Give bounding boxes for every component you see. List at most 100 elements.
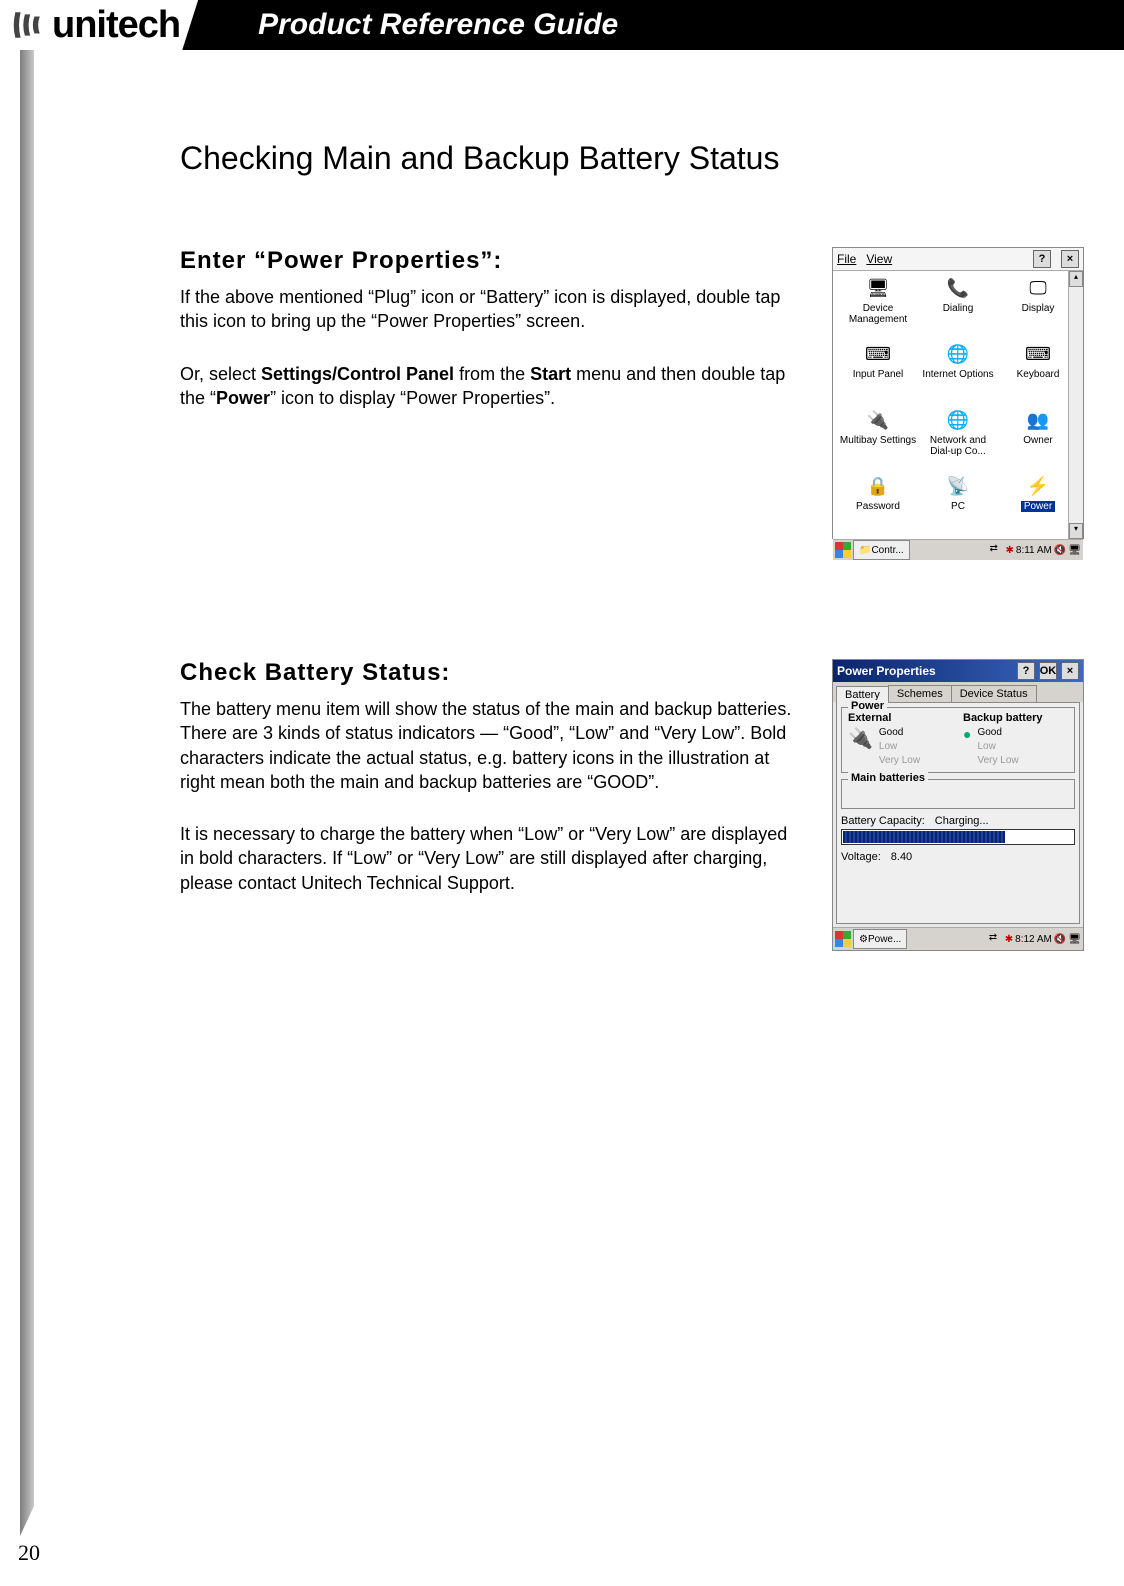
control-panel-icon[interactable]: 📞 Dialing <box>919 277 997 341</box>
brand-logo: unitech <box>0 0 198 50</box>
help-button[interactable]: ? <box>1033 250 1051 268</box>
control-panel-icon[interactable]: 🖵 Display <box>999 277 1077 341</box>
icon-label: Keyboard <box>1017 369 1060 380</box>
taskbar-app-button[interactable]: ⚙ Powe... <box>853 929 907 949</box>
control-panel-icon[interactable]: 🌐Network and Dial-up Co... <box>919 409 997 473</box>
capacity-value: Charging... <box>935 815 989 827</box>
titlebar: Power Properties ? OK × <box>833 660 1083 682</box>
icon-label: Device Management <box>839 303 917 325</box>
page-heading: Checking Main and Backup Battery Status <box>180 140 1084 177</box>
text-bold: Settings/Control Panel <box>261 364 454 384</box>
header-bar: unitech Product Reference Guide <box>0 0 1124 50</box>
text-bold: Power <box>216 388 270 408</box>
section1-title: Enter “Power Properties”: <box>180 247 802 275</box>
window-title: Power Properties <box>837 664 936 678</box>
taskbar-app-button[interactable]: 📁 Contr... <box>853 540 910 560</box>
tray-flag-icon[interactable]: ✱ <box>1006 545 1014 556</box>
scrollbar[interactable]: ▴ ▾ <box>1068 271 1083 539</box>
close-button[interactable]: × <box>1061 662 1079 680</box>
external-column: External 🔌 Good Low Very Low <box>848 712 953 768</box>
section2-title: Check Battery Status: <box>180 659 802 687</box>
legend-power: Power <box>848 700 887 712</box>
icon-label: Power <box>1021 501 1055 512</box>
app-icon: 🔒 <box>864 475 892 499</box>
tray-sync-icon[interactable]: ⇄ <box>990 543 1004 557</box>
control-panel-icon[interactable]: 🖥Device Management <box>839 277 917 341</box>
capacity-label: Battery Capacity: <box>841 815 925 827</box>
tray-desktop-icon[interactable]: 🖥 <box>1068 545 1081 556</box>
scroll-down-icon[interactable]: ▾ <box>1069 523 1083 539</box>
backup-column: Backup battery ● Good Low Very Low <box>963 712 1068 768</box>
voltage-value: 8.40 <box>891 851 912 863</box>
control-panel-icon[interactable]: 🌐Internet Options <box>919 343 997 407</box>
icon-label: Dialing <box>943 303 974 314</box>
app-icon: 📡 <box>944 475 972 499</box>
section2-para1: The battery menu item will show the stat… <box>180 697 802 794</box>
ok-button[interactable]: OK <box>1039 662 1057 680</box>
taskbar-app-label: Contr... <box>871 545 903 556</box>
voltage-label: Voltage: <box>841 851 881 863</box>
help-button[interactable]: ? <box>1017 662 1035 680</box>
guide-title: Product Reference Guide <box>258 8 618 42</box>
legend-main-batteries: Main batteries <box>848 772 928 784</box>
control-panel-icon[interactable]: 🔒Password <box>839 475 917 539</box>
menu-view[interactable]: View <box>866 252 892 266</box>
text: from the <box>454 364 530 384</box>
control-panel-icon[interactable]: 📡PC <box>919 475 997 539</box>
section1-para2: Or, select Settings/Control Panel from t… <box>180 362 802 411</box>
tab-schemes[interactable]: Schemes <box>888 685 952 702</box>
tray-speaker-icon[interactable]: 🔇 <box>1054 934 1066 945</box>
start-icon[interactable] <box>835 542 851 558</box>
control-panel-icon[interactable]: ⌨Input Panel <box>839 343 917 407</box>
tray-speaker-icon[interactable]: 🔇 <box>1054 545 1066 556</box>
text: Or, select <box>180 364 261 384</box>
external-good: Good <box>879 726 920 740</box>
icon-label: Display <box>1022 303 1055 314</box>
start-icon[interactable] <box>835 931 851 947</box>
left-margin-strip <box>20 50 34 1536</box>
tray-sync-icon[interactable]: ⇄ <box>989 932 1003 946</box>
menu-file[interactable]: File <box>837 252 856 266</box>
screenshot-power-properties: Power Properties ? OK × Battery Schemes … <box>832 659 1084 951</box>
battery-icon: ● <box>963 726 971 742</box>
menubar: File View ? × <box>833 248 1083 271</box>
tray-desktop-icon[interactable]: 🖥 <box>1068 934 1081 945</box>
app-icon: ⚡ <box>1024 475 1052 499</box>
external-title: External <box>848 712 953 724</box>
control-panel-icon[interactable]: 👥Owner <box>999 409 1077 473</box>
text-bold: Start <box>530 364 571 384</box>
external-verylow: Very Low <box>879 754 920 768</box>
fieldset-main-batteries: Main batteries <box>841 779 1075 809</box>
backup-verylow: Very Low <box>977 754 1018 768</box>
app-icon: 👥 <box>1024 409 1052 433</box>
scroll-up-icon[interactable]: ▴ <box>1069 271 1083 287</box>
brand-name: unitech <box>52 4 180 47</box>
fieldset-power: Power External 🔌 Good Low Very Low <box>841 707 1075 773</box>
external-low: Low <box>879 740 920 754</box>
section1-para1: If the above mentioned “Plug” icon or “B… <box>180 285 802 334</box>
control-panel-icon[interactable]: ⚡ Power <box>999 475 1077 539</box>
tab-device-status[interactable]: Device Status <box>951 685 1037 702</box>
icon-label: Multibay Settings <box>840 435 916 446</box>
control-panel-icon[interactable]: ⌨ Keyboard <box>999 343 1077 407</box>
taskbar: ⚙ Powe... ⇄ ✱ 8:12 AM 🔇 🖥 <box>833 927 1083 950</box>
unitech-logo-icon <box>10 8 44 42</box>
control-panel-icon[interactable]: 🔌 Multibay Settings <box>839 409 917 473</box>
app-icon: 🌐 <box>944 343 972 367</box>
section-check-battery-status: Check Battery Status: The battery menu i… <box>180 659 1084 951</box>
control-panel-icon-grid: ▴ ▾ 🖥Device Management 📞 Dialing 🖵 Display ⌨I… <box>833 271 1083 539</box>
app-icon: 🌐 <box>944 409 972 433</box>
close-button[interactable]: × <box>1061 250 1079 268</box>
tray-clock: 8:11 AM <box>1016 545 1052 556</box>
icon-label: Network and Dial-up Co... <box>919 435 997 457</box>
backup-good: Good <box>977 726 1018 740</box>
capacity-bar <box>841 829 1075 845</box>
battery-panel: Power External 🔌 Good Low Very Low <box>836 702 1080 924</box>
screenshot-control-panel: File View ? × ▴ ▾ 🖥Device Management 📞 Dia… <box>832 247 1084 539</box>
tabs: Battery Schemes Device Status <box>833 682 1083 702</box>
app-icon: ⌨ <box>1024 343 1052 367</box>
tray-flag-icon[interactable]: ✱ <box>1005 934 1013 945</box>
app-icon: 🔌 <box>864 409 892 433</box>
app-icon: 📞 <box>944 277 972 301</box>
app-icon: 🖵 <box>1024 277 1052 301</box>
